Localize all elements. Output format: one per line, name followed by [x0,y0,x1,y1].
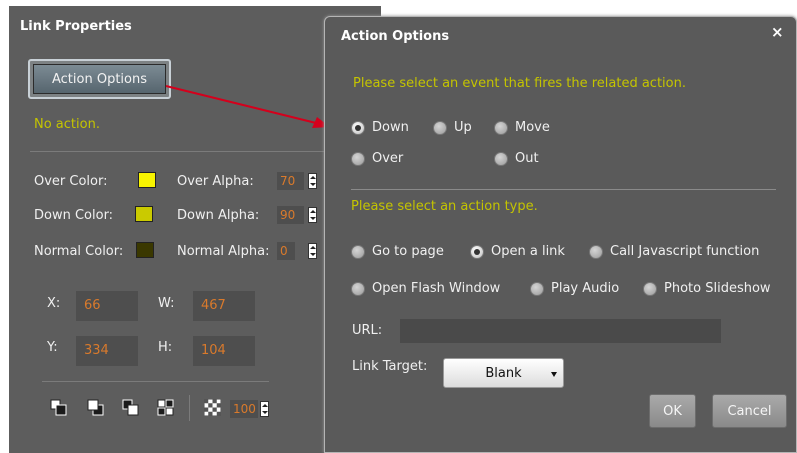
opacity-input[interactable]: 100 [230,400,258,418]
down-color-swatch[interactable] [135,206,153,222]
h-input[interactable]: 104 [193,336,255,366]
close-icon[interactable]: × [771,23,784,41]
over-alpha-stepper[interactable] [308,173,317,189]
transparency-icon [204,399,221,416]
event-radio-down[interactable]: Down [351,120,409,135]
action-options-button-label: Action Options [33,64,166,94]
chevron-down-icon [551,372,557,377]
action-type-label: Call Javascript function [610,244,760,259]
toolbar-separator [189,395,190,421]
action-type-label: Play Audio [551,281,620,296]
normal-alpha-label: Normal Alpha: [177,244,270,259]
over-alpha-label: Over Alpha: [177,174,254,189]
event-radio-up[interactable]: Up [433,120,472,135]
radio-icon [643,281,657,296]
bring-to-front-icon[interactable] [50,399,67,416]
over-color-swatch[interactable] [138,172,156,188]
action-type-open-flash-window[interactable]: Open Flash Window [351,281,500,296]
action-type-play-audio[interactable]: Play Audio [530,281,619,296]
send-to-back-icon[interactable] [157,399,174,416]
normal-color-swatch[interactable] [136,242,154,258]
normal-alpha-stepper[interactable] [308,243,317,259]
event-label: Move [515,120,550,135]
over-alpha-input[interactable]: 70 [277,172,304,190]
down-alpha-label: Down Alpha: [177,208,260,223]
link-target-label: Link Target: [352,359,428,374]
action-type-label: Go to page [372,244,444,259]
action-type-call-javascript[interactable]: Call Javascript function [589,244,759,259]
h-label: H: [158,340,173,355]
ok-button[interactable]: OK [649,394,696,428]
action-options-dialog: Action Options × Please select an event … [324,16,797,453]
link-properties-title: Link Properties [20,19,132,34]
radio-icon [530,281,544,296]
radio-icon [351,151,365,166]
send-backward-icon[interactable] [122,399,139,416]
bring-forward-icon[interactable] [87,399,104,416]
normal-alpha-input[interactable]: 0 [277,242,295,260]
event-label: Up [454,120,472,135]
action-type-photo-slideshow[interactable]: Photo Slideshow [643,281,771,296]
y-input[interactable]: 334 [76,336,138,366]
normal-color-label: Normal Color: [34,244,124,259]
event-label: Down [372,120,409,135]
radio-icon [494,120,508,135]
link-target-value: Blank [485,365,522,381]
event-radio-out[interactable]: Out [494,151,539,166]
dialog-title: Action Options [341,29,450,44]
divider [42,381,269,382]
x-label: X: [47,296,61,311]
radio-icon [433,120,447,135]
over-color-label: Over Color: [34,174,108,189]
event-label: Over [372,151,404,166]
event-radio-over[interactable]: Over [351,151,403,166]
action-type-open-a-link[interactable]: Open a link [470,244,565,259]
down-alpha-stepper[interactable] [308,207,317,223]
url-input[interactable] [400,319,721,343]
event-prompt: Please select an event that fires the re… [353,76,686,91]
event-radio-move[interactable]: Move [494,120,550,135]
down-color-label: Down Color: [34,208,114,223]
action-type-go-to-page[interactable]: Go to page [351,244,444,259]
y-label: Y: [47,340,58,355]
url-label: URL: [352,323,383,338]
action-type-label: Open a link [491,244,565,259]
event-label: Out [515,151,539,166]
radio-icon [351,244,365,259]
w-label: W: [158,296,175,311]
action-status-text: No action. [34,117,100,132]
action-type-label: Photo Slideshow [664,281,771,296]
w-input[interactable]: 467 [193,291,255,321]
x-input[interactable]: 66 [76,291,138,321]
action-type-prompt: Please select an action type. [351,199,538,214]
radio-icon [351,120,365,135]
down-alpha-input[interactable]: 90 [277,206,304,224]
pointer-arrow [165,85,330,128]
action-options-button[interactable]: Action Options [28,59,171,99]
radio-icon [470,244,484,259]
divider [351,189,776,190]
link-target-select[interactable]: Blank [443,358,564,388]
radio-icon [589,244,603,259]
opacity-stepper[interactable] [260,401,269,417]
cancel-button[interactable]: Cancel [712,394,787,428]
action-type-label: Open Flash Window [372,281,501,296]
radio-icon [351,281,365,296]
radio-icon [494,151,508,166]
